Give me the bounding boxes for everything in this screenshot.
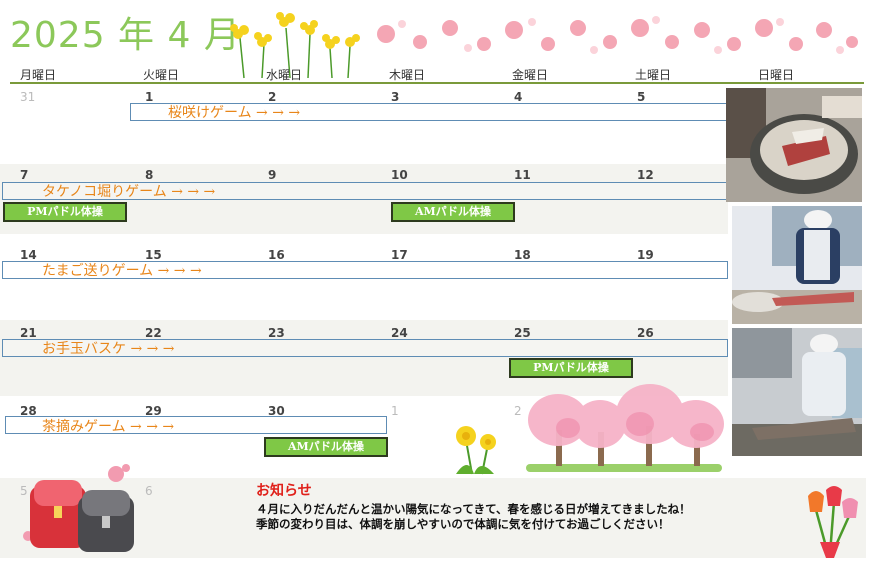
paddle-exercise-pm[interactable]: PMパドル体操 <box>509 358 633 378</box>
notice-text-line: 季節の変わり目は、体調を崩しやすいので体調に気を付けてお過ごしください！ <box>256 517 670 531</box>
day-number[interactable]: 3 <box>391 90 399 104</box>
day-number[interactable]: 24 <box>391 326 408 340</box>
weekday-sat: 土曜日 <box>635 68 672 82</box>
day-number[interactable]: 17 <box>391 248 408 262</box>
day-number[interactable]: 2 <box>514 404 522 418</box>
weekday-wed: 水曜日 <box>266 68 303 82</box>
school-backpack-icon <box>23 464 134 552</box>
weekday-fri: 金曜日 <box>512 68 549 82</box>
day-number[interactable]: 14 <box>20 248 37 262</box>
notice-title: お知らせ <box>256 483 312 499</box>
day-number[interactable]: 31 <box>20 90 35 104</box>
tulip-bouquet-icon <box>808 486 858 558</box>
event-label[interactable]: タケノコ堀りゲーム → → → <box>42 181 215 201</box>
day-number[interactable]: 21 <box>20 326 37 340</box>
day-number[interactable]: 7 <box>20 168 28 182</box>
day-number[interactable]: 5 <box>637 90 645 104</box>
day-number[interactable]: 8 <box>145 168 153 182</box>
day-number[interactable]: 9 <box>268 168 276 182</box>
day-number[interactable]: 25 <box>514 326 531 340</box>
event-label[interactable]: 茶摘みゲーム → → → <box>42 416 174 436</box>
day-number[interactable]: 6 <box>145 484 153 498</box>
day-number[interactable]: 11 <box>514 168 531 182</box>
paddle-exercise-am[interactable]: AMパドル体操 <box>264 437 388 457</box>
day-number[interactable]: 16 <box>268 248 285 262</box>
cherry-petal-icon <box>377 16 858 54</box>
event-label[interactable]: たまご送りゲーム → → → <box>42 260 202 280</box>
day-number[interactable]: 18 <box>514 248 531 262</box>
paddle-exercise-pm[interactable]: PMパドル体操 <box>3 202 127 222</box>
day-number[interactable]: 10 <box>391 168 408 182</box>
photo-kitchen-staff <box>732 206 862 324</box>
day-number[interactable]: 12 <box>637 168 654 182</box>
day-number[interactable]: 23 <box>268 326 285 340</box>
weekday-tue: 火曜日 <box>143 68 180 82</box>
weekday-mon: 月曜日 <box>20 68 57 82</box>
day-number[interactable]: 19 <box>637 248 654 262</box>
event-label[interactable]: お手玉バスケ → → → <box>42 338 175 358</box>
day-number[interactable]: 1 <box>391 404 399 418</box>
dandelion-icon <box>456 426 496 475</box>
weekday-sun: 日曜日 <box>758 68 795 82</box>
header-divider <box>10 82 864 84</box>
weekday-thu: 木曜日 <box>389 68 426 82</box>
calendar-title: 2025 年 4 月 <box>10 15 241 56</box>
day-number[interactable]: 4 <box>514 90 522 104</box>
day-number[interactable]: 26 <box>637 326 654 340</box>
notice-text-line: ４月に入りだんだんと温かい陽気になってきて、春を感じる日が増えてきましたね！ <box>256 502 691 516</box>
event-label[interactable]: 桜咲けゲーム → → → <box>168 102 300 122</box>
paddle-exercise-am[interactable]: AMパドル体操 <box>391 202 515 222</box>
day-number[interactable]: 1 <box>145 90 153 104</box>
cherry-tree-icon <box>526 384 724 472</box>
photo-fish-preparation <box>732 328 862 456</box>
photo-meal <box>726 88 862 202</box>
